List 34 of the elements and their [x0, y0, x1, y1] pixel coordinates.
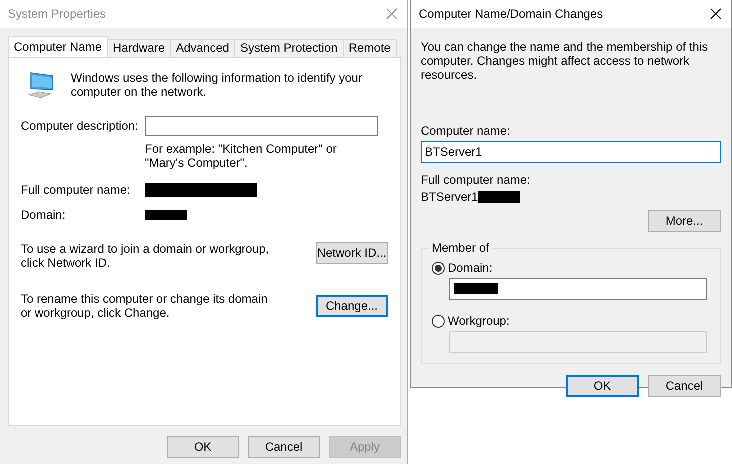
dialog-button[interactable]: OK: [566, 375, 639, 397]
radio-button[interactable]: [432, 262, 445, 274]
intro-text: Windows uses the following information to identify your computer on the network.: [71, 71, 364, 99]
computer-name-field[interactable]: BTServer1: [421, 141, 721, 163]
field-label: Domain:: [21, 207, 67, 222]
full-name-text: BTServer1: [421, 190, 478, 204]
description-field[interactable]: [145, 116, 378, 136]
window-title: System Properties: [8, 7, 106, 21]
dialog-button[interactable]: Cancel: [248, 436, 320, 458]
dialog-button[interactable]: Cancel: [648, 375, 721, 397]
redaction-bar: [145, 210, 187, 220]
network-id-button[interactable]: Network ID...: [316, 242, 388, 264]
field-label: Computer description:: [21, 118, 140, 133]
tab[interactable]: System Protection: [234, 39, 344, 57]
redaction-bar: [454, 283, 498, 294]
field-label: Full computer name:: [421, 173, 532, 187]
field-label: Computer name:: [421, 124, 512, 138]
close-icon[interactable]: [709, 7, 723, 21]
hint-text: For example: "Kitchen Computer" or "Mary's Computer".: [145, 142, 338, 170]
instruction-text: To use a wizard to join a domain or workgroup, click Network ID.: [21, 242, 270, 270]
group-title: Member of: [429, 241, 492, 255]
redaction-bar: [478, 191, 520, 203]
dialog-title: Computer Name/Domain Changes: [419, 7, 604, 21]
dialog-button[interactable]: OK: [167, 436, 239, 458]
tab[interactable]: Remote: [342, 39, 397, 57]
radio-label: Workgroup:: [448, 314, 510, 328]
more-button[interactable]: More...: [648, 210, 721, 232]
input-field[interactable]: [449, 278, 707, 300]
instruction-text: To rename this computer or change its domain or workgroup, click Change.: [21, 292, 269, 320]
radio-label: Domain:: [448, 261, 493, 275]
intro-text: You can change the name and the membership of this computer. Changes might affect access to network resources.: [421, 40, 710, 82]
tab[interactable]: Computer Name: [8, 36, 108, 57]
field-label: Full computer name:: [21, 182, 132, 197]
change-button[interactable]: Change...: [316, 295, 388, 317]
